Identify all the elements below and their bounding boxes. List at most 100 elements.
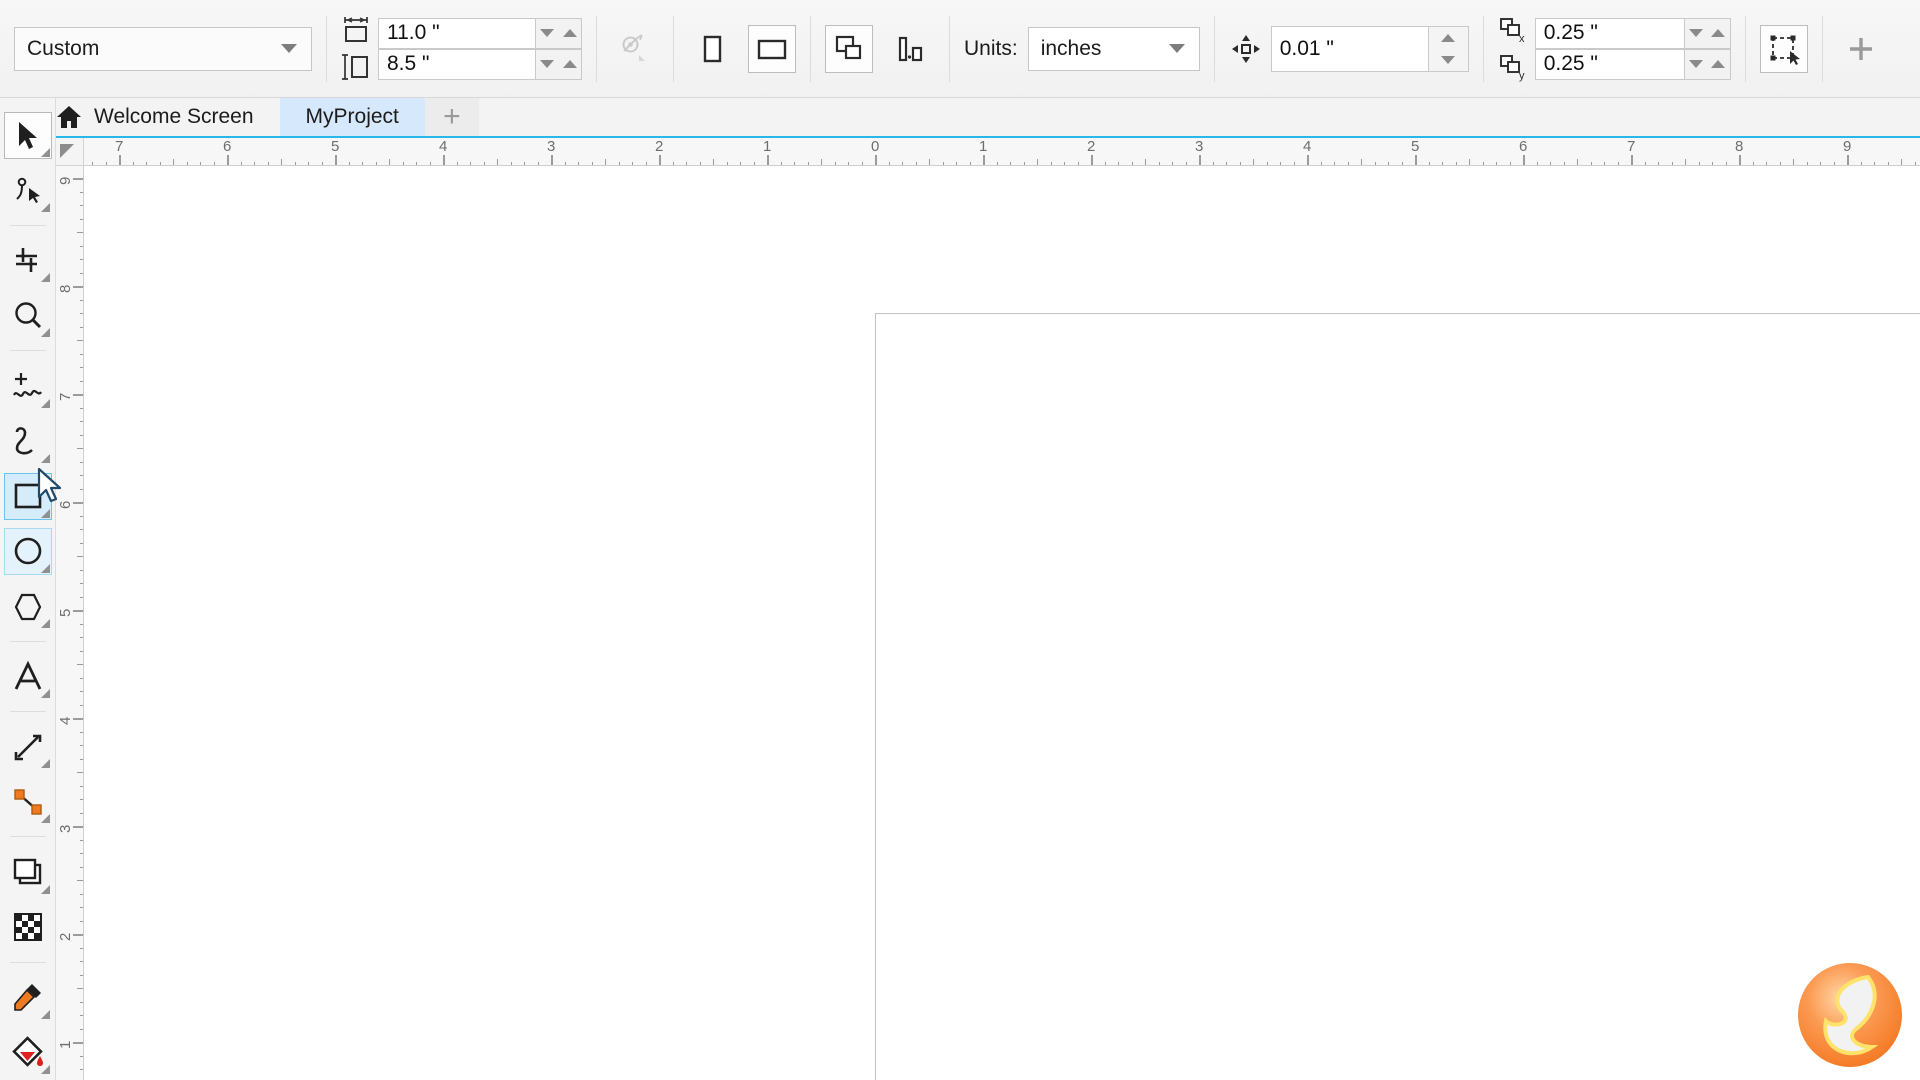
ruler-tick [1617, 162, 1619, 165]
vertical-ruler[interactable]: 9 8 7 6 5 4 3 2 1 [56, 166, 84, 1080]
selection-bounds-button[interactable] [1759, 24, 1808, 73]
ruler-tick [240, 162, 242, 165]
ruler-tick [73, 610, 83, 612]
tool-expand-corner-icon[interactable] [40, 759, 50, 769]
ruler-tick [80, 380, 83, 382]
offset-fields: 0.25 " 0.25 " [1534, 17, 1731, 80]
design-canvas[interactable] [84, 166, 1920, 1080]
point-line-tool[interactable] [4, 778, 52, 825]
offset-y-input[interactable]: 0.25 " [1534, 48, 1685, 80]
page-width-input[interactable]: 11.0 " [378, 17, 536, 49]
ruler-tick [1631, 155, 1633, 165]
ruler-tick [807, 162, 809, 165]
polygon-tool[interactable] [4, 583, 52, 630]
draw-curve-tool[interactable] [4, 418, 52, 465]
tool-expand-corner-icon[interactable] [40, 203, 50, 213]
page-width-spinner[interactable] [536, 17, 582, 49]
show-cut-border-button[interactable] [825, 24, 873, 73]
ruler-tick [77, 988, 83, 989]
tool-expand-corner-icon[interactable] [40, 508, 50, 518]
tool-expand-corner-icon[interactable] [40, 328, 50, 338]
add-tool-button[interactable] [1837, 25, 1885, 73]
pattern-fill-tool[interactable] [4, 904, 52, 951]
tool-expand-corner-icon[interactable] [40, 148, 50, 158]
tool-expand-corner-icon[interactable] [40, 453, 50, 463]
draw-freehand-tool[interactable] [4, 362, 52, 409]
chevron-down-icon [281, 44, 297, 53]
offset-tool[interactable] [4, 848, 52, 895]
duplicate-y-icon: y [1499, 55, 1525, 82]
page-height-spinner[interactable] [536, 48, 582, 80]
tool-expand-corner-icon[interactable] [40, 398, 50, 408]
eyedropper-tool[interactable] [4, 974, 52, 1021]
tool-expand-corner-icon[interactable] [40, 619, 50, 629]
fit-to-page-button[interactable] [611, 25, 659, 73]
ruler-tick [726, 162, 728, 165]
ruler-tick [77, 880, 83, 881]
tool-expand-corner-icon[interactable] [40, 689, 50, 699]
ruler-tick [1172, 162, 1173, 165]
tool-expand-corner-icon[interactable] [40, 1009, 50, 1019]
units-dropdown[interactable]: inches [1027, 26, 1200, 71]
ruler-tick [1658, 162, 1659, 165]
spin-down-icon[interactable] [540, 29, 555, 37]
tool-expand-corner-icon[interactable] [40, 273, 50, 283]
horizontal-ruler[interactable]: 7 6 5 4 3 2 1 0 1 2 3 4 5 6 7 8 9 [84, 138, 1920, 166]
ruler-origin-corner[interactable] [56, 138, 84, 166]
spin-up-icon[interactable] [1711, 60, 1726, 68]
rectangle-tool[interactable] [3, 472, 52, 520]
ruler-tick [80, 691, 83, 692]
page-size-dropdown[interactable]: Custom [14, 26, 312, 71]
ellipse-tool[interactable] [3, 527, 52, 575]
svg-text:x: x [1519, 33, 1525, 45]
selection-bounds-group [1746, 0, 1822, 98]
tool-expand-corner-icon[interactable] [40, 814, 50, 824]
spin-down-icon[interactable] [1688, 29, 1703, 37]
ruler-tick [375, 162, 377, 165]
spin-up-icon[interactable] [1441, 33, 1456, 42]
ruler-label: 2 [655, 138, 664, 155]
page-height-input[interactable]: 8.5 " [378, 48, 536, 80]
select-tool[interactable] [3, 112, 52, 160]
tool-expand-corner-icon[interactable] [40, 884, 50, 894]
ruler-tick [80, 475, 83, 476]
offset-x-spinner[interactable] [1684, 17, 1731, 49]
tool-expand-corner-icon[interactable] [40, 563, 50, 573]
ruler-tick [80, 313, 83, 314]
spin-up-icon[interactable] [1711, 29, 1726, 37]
edit-points-tool[interactable] [4, 167, 52, 214]
ruler-tick [1064, 162, 1065, 165]
ruler-tick [80, 650, 83, 652]
portrait-orientation-button[interactable] [688, 25, 736, 73]
paint-bucket-tool[interactable] [4, 1029, 52, 1076]
ruler-tick [834, 162, 836, 165]
tool-expand-corner-icon[interactable] [40, 1064, 50, 1074]
ruler-tick [1050, 162, 1052, 165]
ruler-tick [591, 162, 593, 165]
tab-myproject[interactable]: MyProject [279, 98, 425, 136]
nudge-distance-input[interactable]: 0.01 " [1270, 25, 1429, 72]
ruler-tick [780, 162, 782, 165]
landscape-orientation-button[interactable] [748, 24, 796, 73]
knife-tool[interactable] [4, 237, 52, 284]
ruler-tick [73, 826, 83, 828]
svg-text:y: y [1519, 70, 1525, 82]
ruler-tick [1428, 162, 1430, 165]
spin-up-icon[interactable] [562, 29, 577, 37]
offset-y-spinner[interactable] [1684, 48, 1731, 80]
spin-up-icon[interactable] [562, 60, 577, 68]
text-tool[interactable] [4, 653, 52, 700]
spin-down-icon[interactable] [540, 60, 555, 68]
ruler-tick [173, 159, 174, 165]
ruler-tick [1010, 162, 1011, 165]
spin-down-icon[interactable] [1688, 60, 1703, 68]
zoom-tool[interactable] [4, 292, 52, 339]
new-tab-button[interactable]: + [424, 98, 479, 136]
spin-down-icon[interactable] [1441, 55, 1456, 64]
offset-x-input[interactable]: 0.25 " [1534, 17, 1685, 49]
ruler-tick [1536, 162, 1538, 165]
reveal-layout-button[interactable] [887, 25, 935, 73]
line-tool[interactable] [4, 723, 52, 770]
ruler-tick [77, 448, 83, 449]
nudge-spinner[interactable] [1428, 25, 1469, 72]
